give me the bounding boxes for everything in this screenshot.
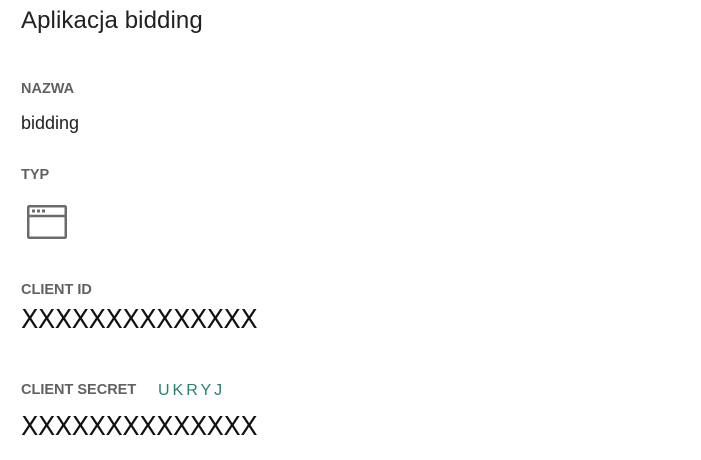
- client-secret-value: XXXXXXXXXXXXXX: [21, 412, 258, 442]
- name-value: bidding: [21, 113, 80, 133]
- client-id-label: CLIENT ID: [21, 282, 92, 298]
- name-label: NAZWA: [21, 81, 75, 97]
- type-label: TYP: [21, 167, 50, 183]
- page-title: Aplikacja bidding: [21, 7, 203, 34]
- hide-secret-button[interactable]: UKRYJ: [158, 381, 225, 401]
- client-id-value: XXXXXXXXXXXXXX: [21, 305, 258, 335]
- browser-window-icon: [27, 205, 67, 240]
- client-secret-label: CLIENT SECRET: [21, 382, 137, 398]
